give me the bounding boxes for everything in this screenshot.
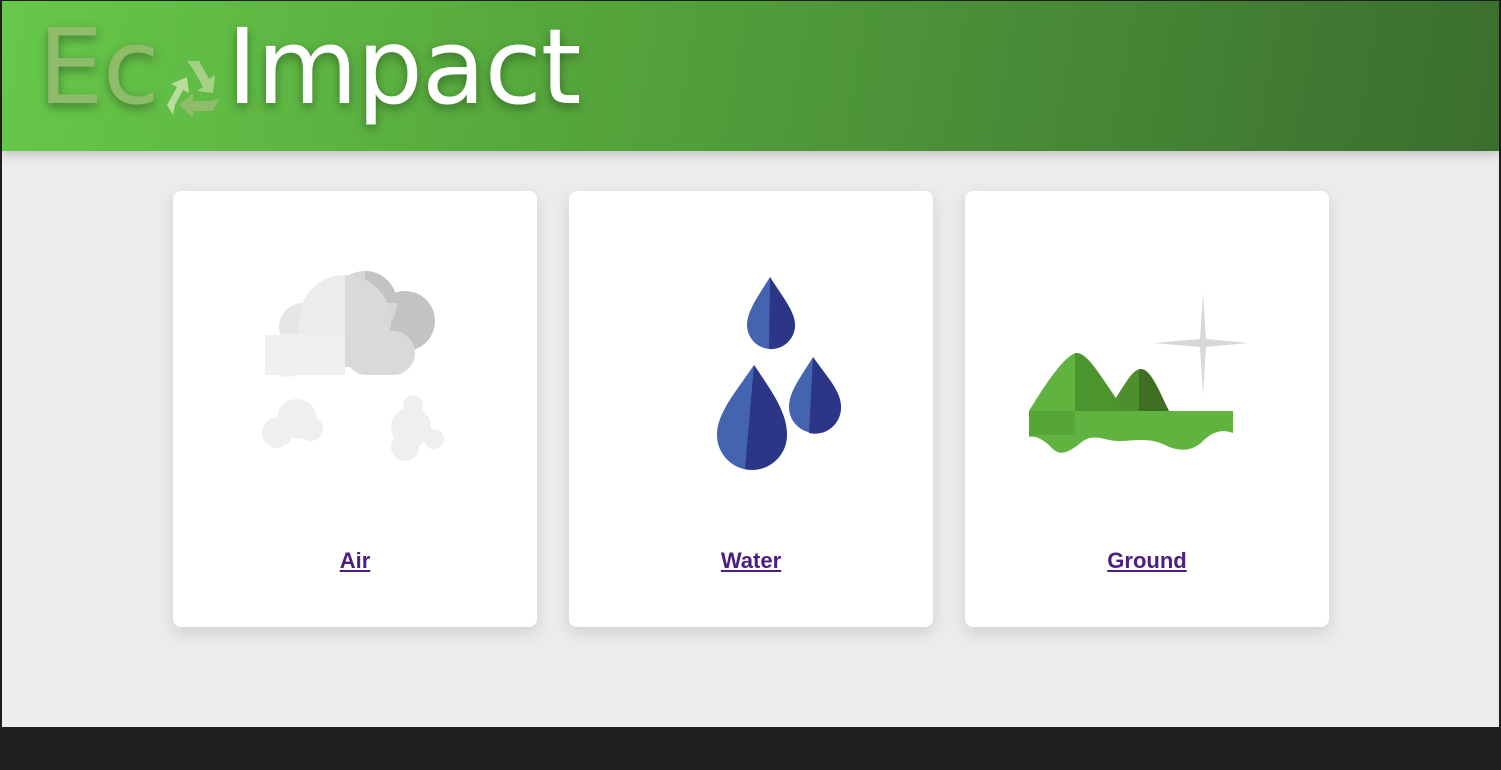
landscape-hills-icon	[1029, 293, 1249, 453]
ground-link[interactable]: Ground	[965, 548, 1329, 574]
ecoimpact-logo[interactable]: Ec Impact	[38, 6, 582, 128]
cloud-smoke-icon	[262, 271, 444, 461]
card-water[interactable]: Water	[569, 191, 933, 627]
category-cards: Air Water Ground	[173, 191, 1329, 627]
site-footer	[2, 727, 1499, 770]
card-ground[interactable]: Ground	[965, 191, 1329, 627]
logo-eco-prefix: Ec	[38, 6, 160, 128]
site-header: Ec Impact	[2, 1, 1499, 151]
card-air[interactable]: Air	[173, 191, 537, 627]
page: Ec Impact Air Water Ground	[2, 1, 1499, 770]
logo-impact-text: Impact	[226, 6, 582, 128]
water-drops-icon	[717, 277, 842, 470]
recycle-icon	[157, 39, 229, 118]
water-link[interactable]: Water	[569, 548, 933, 574]
air-link[interactable]: Air	[173, 548, 537, 574]
